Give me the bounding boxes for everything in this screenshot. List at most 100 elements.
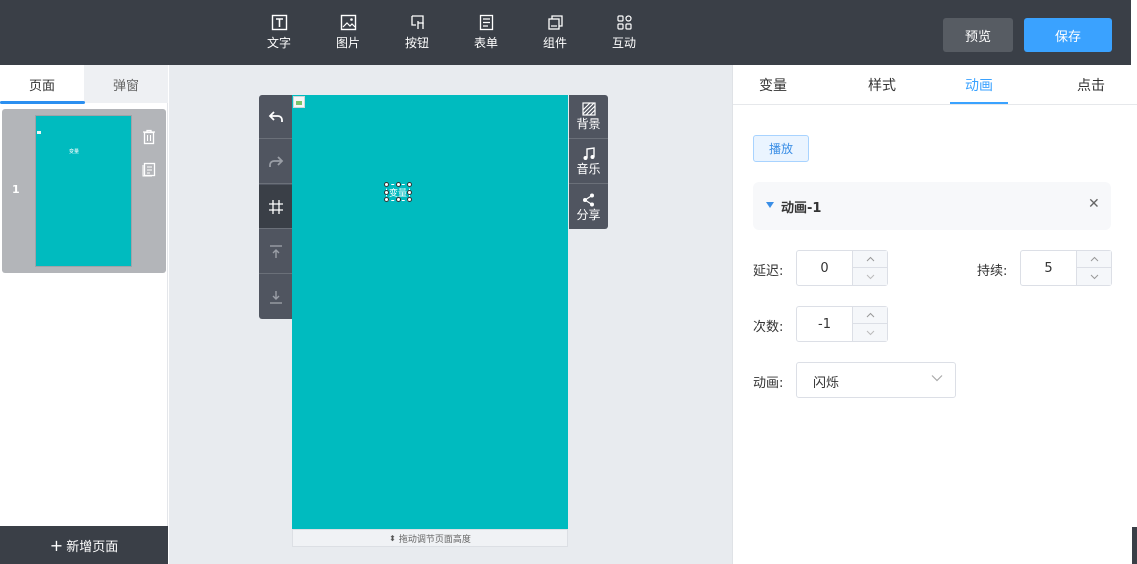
page-card[interactable]: 1 变量 xyxy=(2,109,166,273)
toolbar-image-button[interactable]: 图片 xyxy=(324,14,372,58)
resize-handle-bottom-left[interactable] xyxy=(384,197,389,202)
undo-icon xyxy=(268,110,283,122)
page-canvas[interactable]: 变量 xyxy=(292,95,568,529)
editor-app: 文字 图片 按钮 表单 组件 互动 预览 保存 弹窗 页面 1 变量 + 新增页… xyxy=(0,0,1137,564)
tab-popups[interactable]: 弹窗 xyxy=(84,65,168,103)
resize-handle-top-right[interactable] xyxy=(407,182,412,187)
toolbar-form-button[interactable]: 表单 xyxy=(462,14,510,58)
duration-value[interactable]: 5 xyxy=(1021,251,1076,285)
move-to-bottom-button[interactable] xyxy=(259,275,293,319)
music-icon xyxy=(583,147,595,160)
undo-button[interactable] xyxy=(259,95,293,139)
tab-style[interactable]: 样式 xyxy=(852,65,912,105)
chevron-down-icon xyxy=(1090,274,1099,279)
tab-pages[interactable]: 页面 xyxy=(0,65,84,103)
preview-button[interactable]: 预览 xyxy=(943,18,1013,52)
count-decrement-button[interactable] xyxy=(853,324,888,341)
resize-handle-bottom[interactable] xyxy=(396,197,401,202)
toolbar-interaction-label: 互动 xyxy=(611,36,636,50)
toolbar-component-label: 组件 xyxy=(542,36,567,50)
duration-label: 持续: xyxy=(977,264,1008,279)
share-label: 分享 xyxy=(576,207,601,222)
resize-handle-top-left[interactable] xyxy=(384,182,389,187)
play-animation-button[interactable]: 播放 xyxy=(753,135,809,162)
animation-type-select[interactable]: 闪烁 xyxy=(796,362,956,398)
thumbnail-image-placeholder xyxy=(37,131,41,134)
chevron-down-icon xyxy=(931,375,943,382)
animation-item-header[interactable]: 动画-1 ✕ xyxy=(753,182,1111,230)
copy-page-icon[interactable] xyxy=(141,161,157,177)
image-icon xyxy=(340,14,356,31)
toolbar-button-label: 按钮 xyxy=(404,36,429,50)
count-stepper-controls xyxy=(852,307,888,341)
component-icon xyxy=(547,15,563,30)
delay-increment-button[interactable] xyxy=(853,251,888,268)
updown-arrow-icon: ⬍ xyxy=(389,533,396,543)
delay-stepper[interactable]: 0 xyxy=(796,250,888,286)
interaction-icon xyxy=(616,15,632,30)
duration-stepper[interactable]: 5 xyxy=(1020,250,1112,286)
page-number: 1 xyxy=(12,183,20,196)
toolbar-text-button[interactable]: 文字 xyxy=(255,14,303,58)
align-bottom-icon xyxy=(270,291,282,304)
close-icon[interactable]: ✕ xyxy=(1088,196,1100,212)
chevron-up-icon xyxy=(1090,256,1099,262)
save-button[interactable]: 保存 xyxy=(1024,18,1112,52)
plus-icon: + xyxy=(49,535,64,555)
add-page-button[interactable]: + 新增页面 xyxy=(0,526,168,564)
button-icon xyxy=(410,15,424,29)
share-button[interactable]: 分享 xyxy=(569,185,608,229)
delay-value[interactable]: 0 xyxy=(797,251,852,285)
music-button[interactable]: 音乐 xyxy=(569,140,608,184)
toolbar-form-label: 表单 xyxy=(473,36,498,50)
grid-toggle-button[interactable] xyxy=(259,185,293,229)
duration-increment-button[interactable] xyxy=(1077,251,1112,268)
background-button[interactable]: 背景 xyxy=(569,95,608,139)
delay-stepper-controls xyxy=(852,251,888,285)
image-placeholder-icon[interactable] xyxy=(293,96,305,108)
background-label: 背景 xyxy=(576,117,601,131)
chevron-down-icon xyxy=(866,274,875,279)
chevron-up-icon xyxy=(866,312,875,318)
chevron-up-icon xyxy=(866,256,875,262)
duration-stepper-controls xyxy=(1076,251,1112,285)
text-icon xyxy=(271,14,287,31)
count-value[interactable]: -1 xyxy=(797,307,852,341)
page-height-drag-handle[interactable]: ⬍ 拖动调节页面高度 xyxy=(292,529,568,547)
selected-text-element[interactable]: 变量 xyxy=(384,182,412,202)
resize-handle-bottom-right[interactable] xyxy=(407,197,412,202)
animation-title: 动画-1 xyxy=(781,201,822,216)
chevron-down-icon xyxy=(866,330,875,335)
toolbar-component-button[interactable]: 组件 xyxy=(531,14,579,58)
count-stepper[interactable]: -1 xyxy=(796,306,888,342)
thumbnail-text: 变量 xyxy=(69,149,80,155)
window-scrollbar[interactable] xyxy=(1132,527,1137,564)
page-thumbnail[interactable]: 变量 xyxy=(35,115,132,267)
toolbar-interaction-button[interactable]: 互动 xyxy=(600,14,648,58)
add-page-label: 新增页面 xyxy=(66,539,119,555)
properties-panel: 变量 样式 动画 点击 播放 动画-1 ✕ 延迟: 0 持续: 5 次数: -1… xyxy=(732,65,1137,564)
redo-icon xyxy=(269,155,284,167)
tab-variables[interactable]: 变量 xyxy=(743,65,803,105)
delete-page-icon[interactable] xyxy=(141,129,157,145)
resize-handle-right[interactable] xyxy=(407,190,412,195)
toolbar-button-button[interactable]: 按钮 xyxy=(393,14,441,58)
share-icon xyxy=(582,193,594,206)
toolbar-text-label: 文字 xyxy=(266,36,291,50)
count-label: 次数: xyxy=(753,320,784,335)
count-increment-button[interactable] xyxy=(853,307,888,324)
grid-icon xyxy=(269,199,283,214)
redo-button[interactable] xyxy=(259,140,293,184)
caret-down-icon[interactable] xyxy=(766,202,774,208)
height-hint-text: 拖动调节页面高度 xyxy=(398,534,471,545)
tab-animation[interactable]: 动画 xyxy=(950,65,1008,105)
duration-decrement-button[interactable] xyxy=(1077,268,1112,285)
toolbar-image-label: 图片 xyxy=(335,36,360,50)
resize-handle-top[interactable] xyxy=(396,182,401,187)
animation-type-value: 闪烁 xyxy=(813,376,840,391)
delay-decrement-button[interactable] xyxy=(853,268,888,285)
resize-handle-left[interactable] xyxy=(384,190,389,195)
move-to-top-button[interactable] xyxy=(259,230,293,274)
delay-label: 延迟: xyxy=(753,264,784,279)
tab-click[interactable]: 点击 xyxy=(1061,65,1121,105)
